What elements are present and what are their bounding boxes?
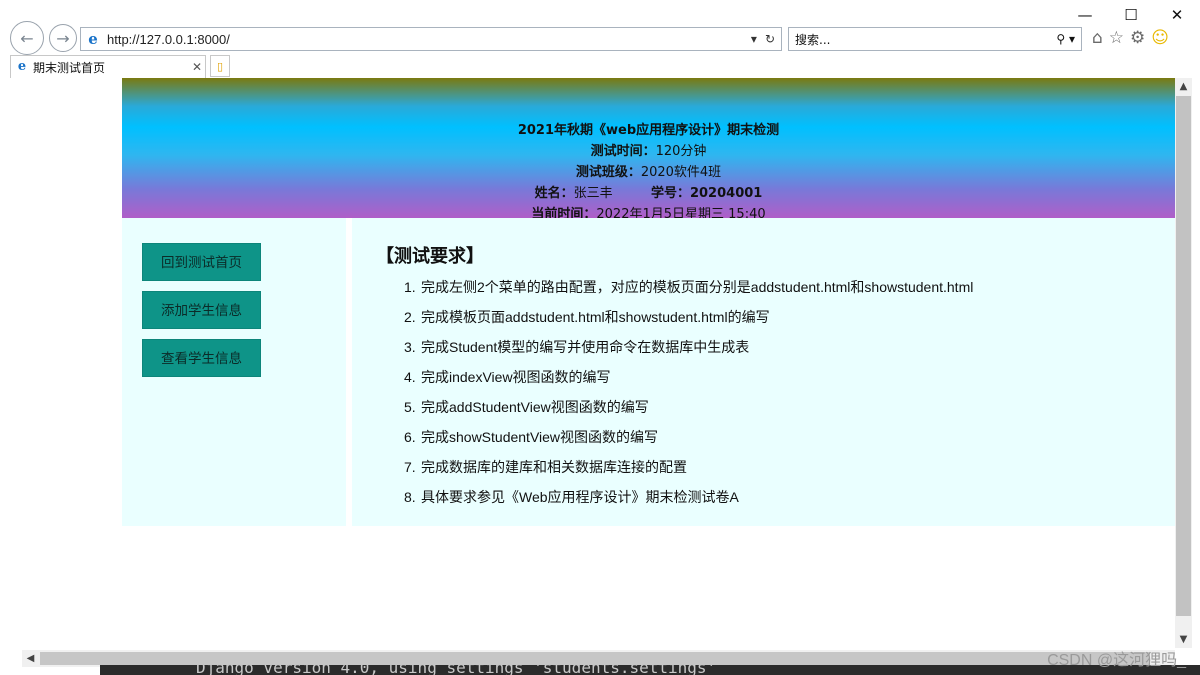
search-icon[interactable]: ⚲ ▾ <box>1056 32 1075 46</box>
list-item: 1. 完成左侧2个菜单的路由配置，对应的模板页面分别是addstudent.htm… <box>404 279 974 295</box>
terminal-text: Django version 4.0, using settings 'stud… <box>196 665 717 675</box>
exam-class-value: 2020软件4班 <box>640 165 722 180</box>
browser-chrome: — ☐ ✕ ← → e http://127.0.0.1:8000/ ▾ ↻ 搜… <box>0 0 1200 78</box>
requirements-title: 【测试要求】 <box>376 246 484 266</box>
list-item: 5. 完成addStudentView视图函数的编写 <box>404 399 649 415</box>
list-item: 8. 具体要求参见《Web应用程序设计》期末检测试卷A <box>404 489 739 505</box>
list-item: 4. 完成indexView视图函数的编写 <box>404 369 611 385</box>
list-item: 7. 完成数据库的建库和相关数据库连接的配置 <box>404 459 687 475</box>
watermark: CSDN @这河狸吗_ <box>1047 652 1186 669</box>
exam-class-label: 测试班级： <box>575 165 641 180</box>
student-id-value: 20204001 <box>689 186 763 201</box>
student-name-value: 张三丰 <box>573 186 613 201</box>
scroll-up-icon[interactable]: ▲ <box>1175 78 1192 95</box>
current-time-label: 当前时间： <box>531 207 597 218</box>
minimize-icon[interactable]: — <box>1062 0 1108 30</box>
arrow-left-icon: ← <box>20 28 34 48</box>
vertical-scrollbar[interactable]: ▲ ▼ <box>1175 78 1192 648</box>
close-icon[interactable]: ✕ <box>1154 0 1200 30</box>
arrow-right-icon: → <box>56 28 70 48</box>
browser-toolbar: ⌂ ☆ ⚙ ☺ <box>1092 28 1169 48</box>
exam-title: 2021年秋期《web应用程序设计》期末检测 <box>517 123 780 138</box>
add-student-button[interactable]: 添加学生信息 <box>142 291 261 329</box>
search-box[interactable]: 搜索... ⚲ ▾ <box>788 27 1082 51</box>
scroll-left-icon[interactable]: ◀ <box>22 650 39 667</box>
tab-ie-icon: e <box>17 59 27 74</box>
list-item: 2. 完成模板页面addstudent.html和showstudent.html… <box>404 309 770 325</box>
tab-title: 期末测试首页 <box>33 60 106 75</box>
list-item: 6. 完成showStudentView视图函数的编写 <box>404 429 659 445</box>
current-time-value: 2022年1月5日星期三 15:40 <box>596 207 766 218</box>
background-window-edge <box>0 100 8 660</box>
search-input[interactable]: 搜索... <box>795 31 1056 48</box>
refresh-icon[interactable]: ↻ <box>765 32 775 46</box>
main-panel: 【测试要求】 1. 完成左侧2个菜单的路由配置，对应的模板页面分别是addstud… <box>352 218 1175 526</box>
favorites-star-icon[interactable]: ☆ <box>1109 28 1124 48</box>
page-viewport: 2021年秋期《web应用程序设计》期末检测 测试时间：120分钟 测试班级：2… <box>8 78 1175 650</box>
view-students-button[interactable]: 查看学生信息 <box>142 339 261 377</box>
ie-icon: e <box>88 30 98 48</box>
home-icon[interactable]: ⌂ <box>1092 28 1103 48</box>
student-name-label: 姓名： <box>534 186 574 201</box>
back-button[interactable]: ← <box>10 21 44 55</box>
new-tab-icon: ▯ <box>216 59 224 73</box>
dropdown-icon[interactable]: ▾ <box>751 32 757 46</box>
student-id-label: 学号： <box>650 186 690 201</box>
gear-icon[interactable]: ⚙ <box>1130 28 1145 48</box>
list-item: 3. 完成Student模型的编写并使用命令在数据库中生成表 <box>404 339 750 355</box>
address-bar[interactable]: e http://127.0.0.1:8000/ ▾ ↻ <box>80 27 782 51</box>
background-terminal: Django version 4.0, using settings 'stud… <box>100 665 1200 675</box>
tab-close-icon[interactable]: ✕ <box>189 60 205 74</box>
sidebar: 回到测试首页 添加学生信息 查看学生信息 <box>122 218 346 526</box>
requirements-list: 1. 完成左侧2个菜单的路由配置，对应的模板页面分别是addstudent.htm… <box>376 272 1175 512</box>
browser-tab[interactable]: e 期末测试首页 ✕ <box>10 55 206 78</box>
page-content: 回到测试首页 添加学生信息 查看学生信息 【测试要求】 1. 完成左侧2个菜单的路… <box>122 218 1175 526</box>
page: 2021年秋期《web应用程序设计》期末检测 测试时间：120分钟 测试班级：2… <box>122 78 1175 526</box>
exam-time-value: 120分钟 <box>655 144 707 159</box>
page-header: 2021年秋期《web应用程序设计》期末检测 测试时间：120分钟 测试班级：2… <box>122 78 1175 218</box>
maximize-icon[interactable]: ☐ <box>1108 0 1154 30</box>
smiley-icon[interactable]: ☺ <box>1151 28 1169 48</box>
home-button[interactable]: 回到测试首页 <box>142 243 261 281</box>
horizontal-scroll-thumb[interactable] <box>40 652 1150 665</box>
address-url[interactable]: http://127.0.0.1:8000/ <box>107 32 751 47</box>
window-controls: — ☐ ✕ <box>1062 0 1200 30</box>
exam-time-label: 测试时间： <box>590 144 656 159</box>
new-tab-button[interactable]: ▯ <box>210 55 230 77</box>
vertical-scroll-thumb[interactable] <box>1176 96 1191 616</box>
forward-button[interactable]: → <box>49 24 77 52</box>
